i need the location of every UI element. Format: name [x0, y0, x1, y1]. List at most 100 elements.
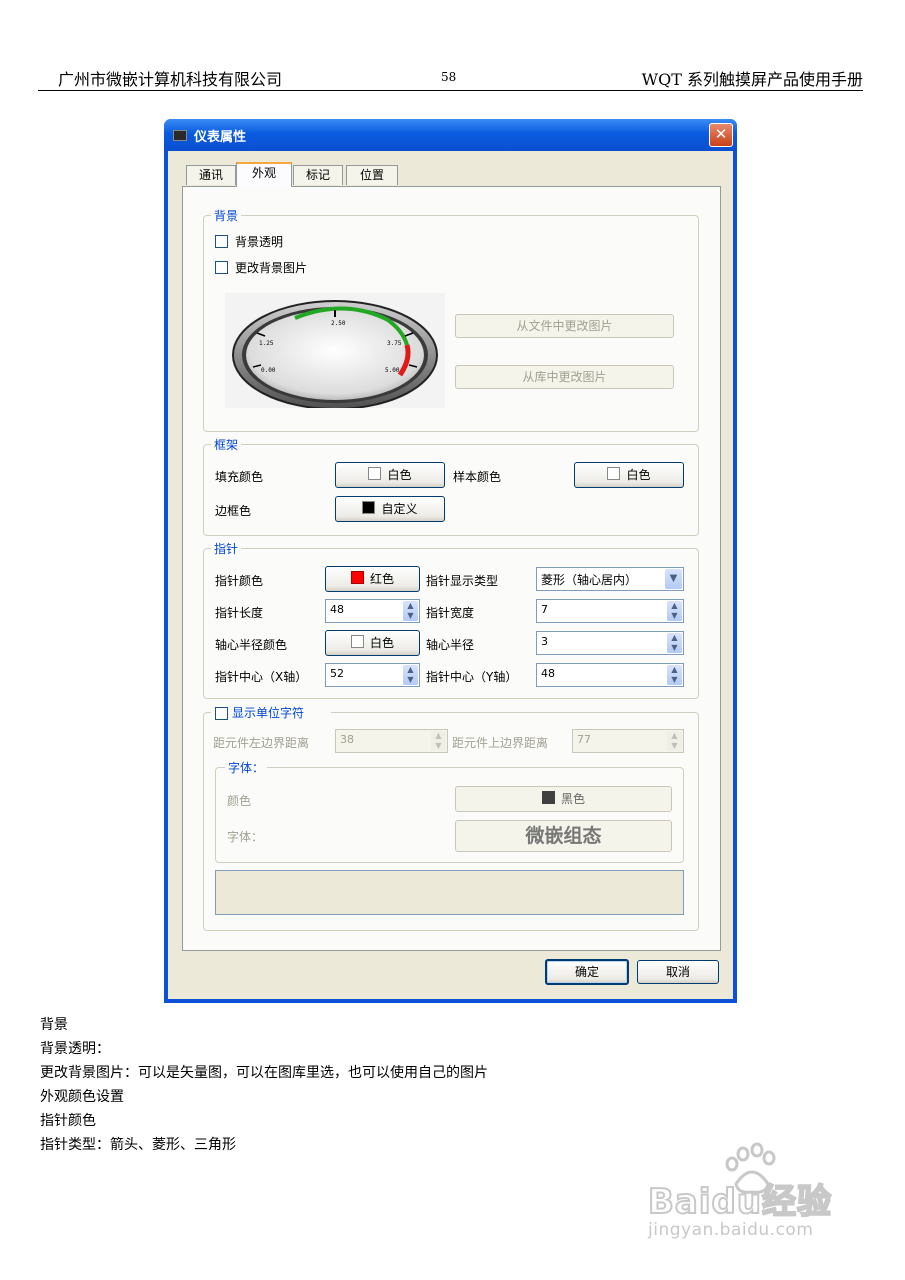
- hub-color-value: 白色: [369, 636, 394, 650]
- change-image-from-library-button[interactable]: 从库中更改图片: [455, 365, 674, 389]
- white-swatch-icon: [350, 635, 364, 648]
- font-sample-button[interactable]: 微嵌组态: [455, 820, 672, 852]
- font-color-button[interactable]: 黑色: [455, 786, 672, 812]
- border-color-button[interactable]: 自定义: [335, 496, 445, 522]
- needle-width-value: 7: [541, 603, 548, 616]
- show-unit-characters-checkbox[interactable]: [215, 707, 228, 720]
- needle-length-label: 指针长度: [215, 606, 264, 620]
- sample-color-button[interactable]: 白色: [574, 462, 684, 488]
- dialog-body: 通讯 外观 标记 位置 背景 背景透明 更改背景图片 2.50 1.25 3.7…: [168, 151, 733, 999]
- background-transparent-checkbox[interactable]: [215, 235, 228, 248]
- needle-center-y-label: 指针中心（Y轴）: [426, 670, 518, 684]
- needle-center-y-value: 48: [541, 667, 555, 680]
- top-distance-label: 距元件上边界距离: [452, 736, 549, 750]
- gauge-label-max: 5.00: [385, 367, 400, 374]
- left-distance-input[interactable]: 38 ▲ ▼: [335, 729, 448, 753]
- body-line-background: 背景: [40, 1017, 68, 1033]
- watermark-url: jingyan.baidu.com: [648, 1220, 814, 1240]
- black-swatch-icon: [541, 791, 555, 804]
- font-label: 字体：: [227, 830, 264, 844]
- sample-color-label: 样本颜色: [453, 470, 502, 484]
- frame-group: [203, 444, 699, 536]
- body-line-needle-type: 指针类型：箭头、菱形、三角形: [40, 1137, 236, 1153]
- tab-communication[interactable]: 通讯: [186, 165, 236, 185]
- border-color-value: 自定义: [381, 502, 418, 516]
- hub-radius-input[interactable]: 3 ▲ ▼: [536, 631, 684, 655]
- gauge-label-low: 1.25: [259, 340, 274, 347]
- title-bar[interactable]: 仪表属性 ✕: [164, 119, 737, 151]
- needle-center-x-input[interactable]: 52 ▲ ▼: [325, 663, 420, 687]
- body-line-needle-color: 指针颜色: [40, 1113, 96, 1129]
- watermark-brand: Baidu经验: [647, 1181, 833, 1223]
- needle-color-label: 指针颜色: [215, 574, 264, 588]
- needle-center-x-value: 52: [330, 667, 344, 680]
- gauge-preview: 2.50 1.25 3.75 0.00 5.00: [225, 293, 445, 410]
- top-distance-input[interactable]: 77 ▲ ▼: [572, 729, 684, 753]
- font-group-title: 字体：: [225, 759, 268, 776]
- needle-length-value: 48: [330, 603, 344, 616]
- gauge-label-min: 0.00: [261, 367, 276, 374]
- spinner-arrows-icon[interactable]: ▲ ▼: [667, 633, 682, 653]
- change-background-checkbox[interactable]: [215, 261, 228, 274]
- background-group-title: 背景: [211, 207, 242, 224]
- spinner-arrows-icon[interactable]: ▲ ▼: [403, 665, 418, 685]
- cancel-button[interactable]: 取消: [637, 960, 719, 984]
- hub-radius-label: 轴心半径: [426, 638, 475, 652]
- needle-display-type-label: 指针显示类型: [426, 574, 499, 588]
- spinner-arrows-icon[interactable]: ▲ ▼: [431, 731, 446, 751]
- body-line-transparent: 背景透明：: [40, 1041, 110, 1057]
- close-icon[interactable]: ✕: [709, 123, 733, 147]
- fill-color-label: 填充颜色: [215, 470, 264, 484]
- needle-center-x-label: 指针中心（X轴）: [215, 670, 308, 684]
- spinner-arrows-icon[interactable]: ▲ ▼: [667, 665, 682, 685]
- body-line-change-image: 更改背景图片：可以是矢量图，可以在图库里选，也可以使用自己的图片: [40, 1065, 488, 1081]
- frame-group-title: 框架: [211, 436, 242, 453]
- ok-button[interactable]: 确定: [545, 959, 629, 985]
- fill-color-button[interactable]: 白色: [335, 462, 445, 488]
- change-image-from-file-button[interactable]: 从文件中更改图片: [455, 314, 674, 338]
- red-swatch-icon: [350, 571, 364, 584]
- left-distance-label: 距元件左边界距离: [213, 736, 310, 750]
- header-manual-title: WQT 系列触摸屏产品使用手册: [641, 70, 863, 89]
- needle-group-title: 指针: [211, 540, 242, 557]
- left-distance-value: 38: [340, 733, 354, 746]
- top-distance-value: 77: [577, 733, 591, 746]
- needle-length-input[interactable]: 48 ▲ ▼: [325, 599, 420, 623]
- sample-color-value: 白色: [626, 468, 651, 482]
- needle-display-type-select[interactable]: 菱形（轴心居内） ▼: [536, 567, 684, 591]
- hub-color-label: 轴心半径颜色: [215, 638, 288, 652]
- border-color-label: 边框色: [215, 504, 252, 518]
- font-color-value: 黑色: [560, 792, 585, 806]
- fill-color-value: 白色: [387, 468, 412, 482]
- needle-display-type-value: 菱形（轴心居内）: [541, 573, 638, 587]
- app-icon: [173, 130, 187, 141]
- gauge-label-high: 3.75: [387, 340, 402, 347]
- chevron-down-icon[interactable]: ▼: [665, 569, 682, 589]
- dialog-title: 仪表属性: [194, 130, 247, 145]
- spinner-arrows-icon[interactable]: ▲ ▼: [403, 601, 418, 621]
- unit-preview-box: [215, 870, 684, 915]
- needle-color-button[interactable]: 红色: [325, 566, 420, 592]
- spinner-arrows-icon[interactable]: ▲ ▼: [667, 731, 682, 751]
- white-swatch-icon: [607, 467, 621, 480]
- change-background-label: 更改背景图片: [235, 261, 308, 275]
- baidu-jingyan-watermark: Baidu经验 jingyan.baidu.com: [640, 1140, 860, 1250]
- white-swatch-icon: [368, 467, 382, 480]
- tab-position[interactable]: 位置: [346, 165, 398, 185]
- hub-color-button[interactable]: 白色: [325, 630, 420, 656]
- tab-appearance[interactable]: 外观: [236, 162, 292, 187]
- show-unit-characters-label: 显示单位字符: [232, 704, 305, 721]
- needle-width-input[interactable]: 7 ▲ ▼: [536, 599, 684, 623]
- needle-center-y-input[interactable]: 48 ▲ ▼: [536, 663, 684, 687]
- spinner-arrows-icon[interactable]: ▲ ▼: [667, 601, 682, 621]
- black-swatch-icon: [362, 501, 376, 514]
- needle-color-value: 红色: [369, 572, 394, 586]
- tab-marks[interactable]: 标记: [293, 165, 343, 185]
- header-rule: [38, 90, 863, 91]
- font-color-label: 颜色: [227, 794, 252, 808]
- body-line-color-settings: 外观颜色设置: [40, 1089, 124, 1105]
- gauge-label-mid: 2.50: [331, 320, 346, 327]
- gauge-properties-dialog: 仪表属性 ✕ 通讯 外观 标记 位置 背景 背景透明 更改背景图片 2.50 1…: [164, 119, 737, 1003]
- page-number: 58: [441, 70, 457, 84]
- hub-radius-value: 3: [541, 635, 548, 648]
